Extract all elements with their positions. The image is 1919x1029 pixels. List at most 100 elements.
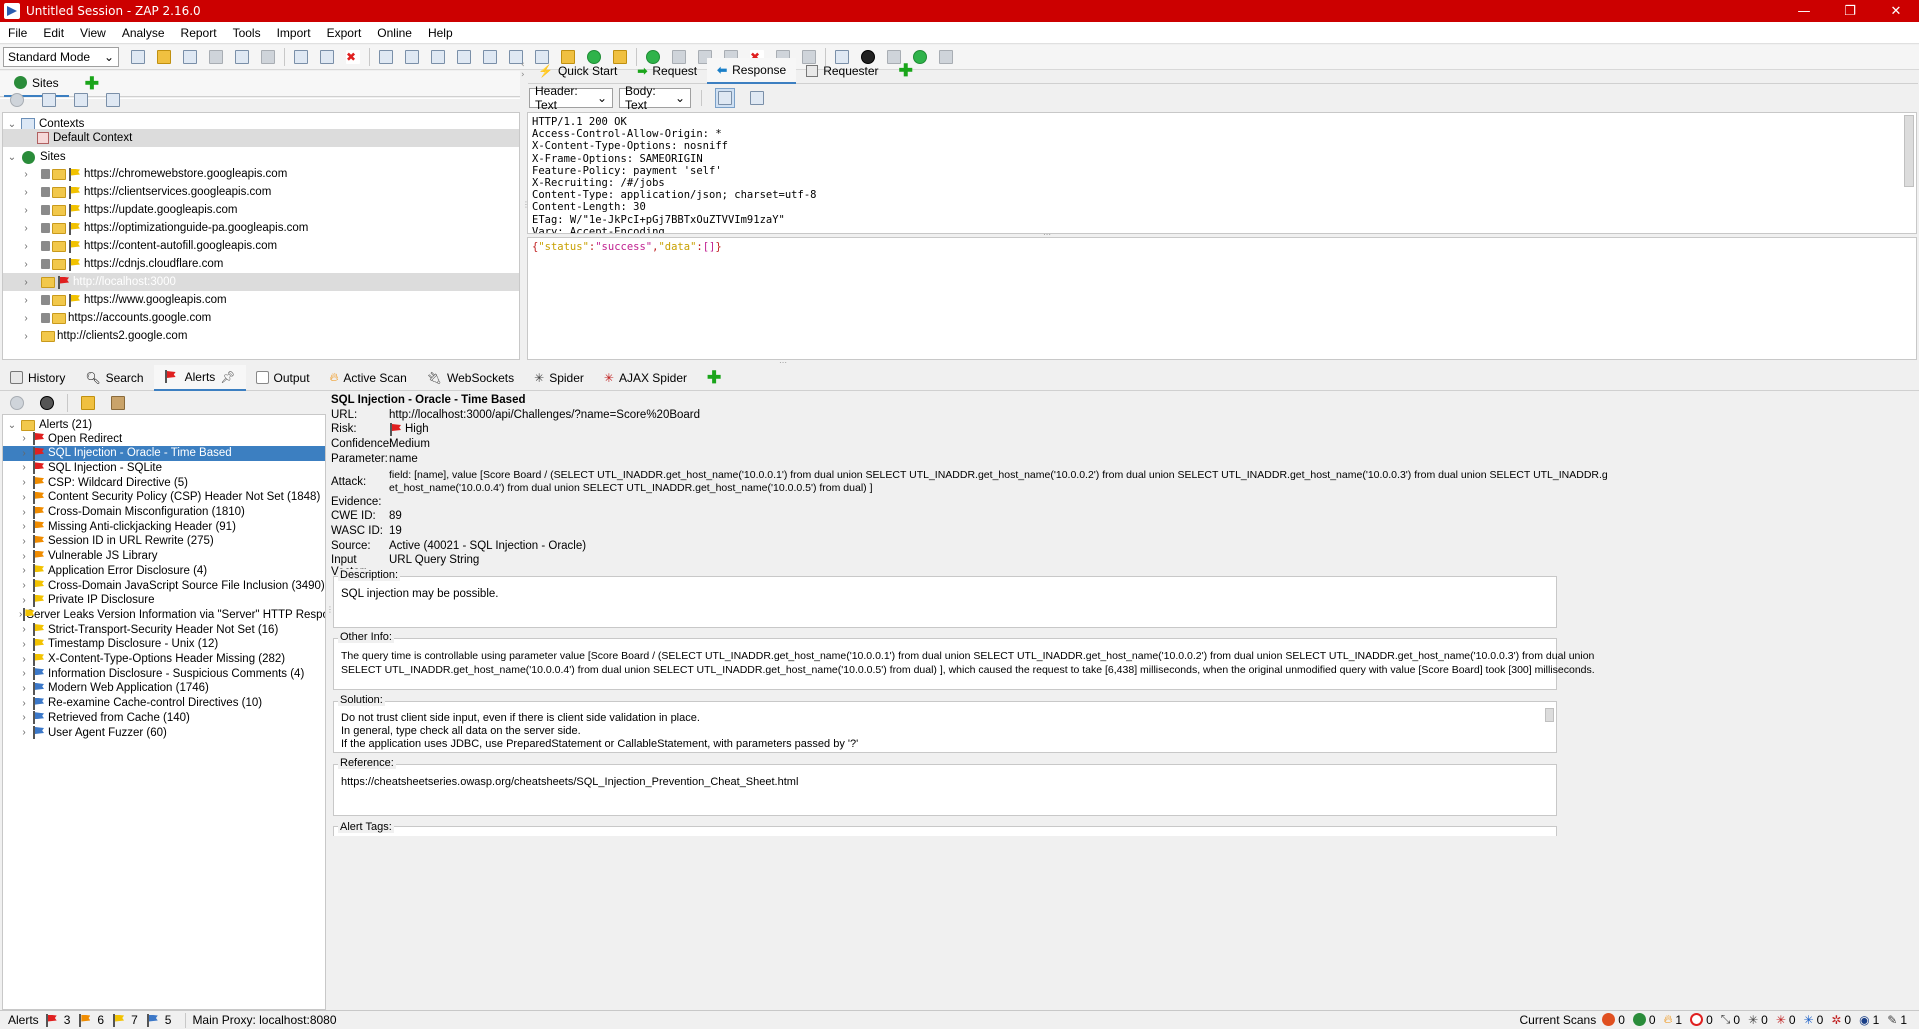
remove-tabs-icon[interactable]: ✖ [343,47,363,67]
menu-analyse[interactable]: Analyse [114,26,173,40]
alert-item[interactable]: › Missing Anti-clickjacking Header (91) [3,519,325,534]
menu-edit[interactable]: Edit [35,26,72,40]
solution-scrollbar[interactable] [1545,708,1554,722]
tab-websockets[interactable]: 🔌︎ WebSockets [417,365,524,391]
tab-output[interactable]: Output [246,365,320,391]
tab-requester[interactable]: Requester [796,58,888,84]
alert-item[interactable]: › SQL Injection - SQLite [3,460,325,475]
alert-item[interactable]: › Information Disclosure - Suspicious Com… [3,666,325,681]
alert-item[interactable]: › X-Content-Type-Options Header Missing (… [3,652,325,667]
tree-node-site[interactable]: › http://localhost:3000 [3,273,519,291]
alert-item[interactable]: › Open Redirect [3,431,325,446]
tree-node-site[interactable]: › https://update.googleapis.com [3,201,519,219]
alert-item[interactable]: › Server Leaks Version Information via "S… [3,607,325,622]
layout-horizontal-icon[interactable] [402,47,422,67]
tab-response[interactable]: ⬅ Response [707,57,797,84]
split-horizontal-icon[interactable] [747,88,767,108]
other-info-box[interactable]: Other Info: The query time is controllab… [333,631,1595,690]
header-view-select[interactable]: Header: Text ⌄ [529,84,613,112]
tab-active-scan[interactable]: 🔥︎ Active Scan [320,365,417,391]
show-all-tabs-icon[interactable] [291,47,311,67]
alert-item[interactable]: › Strict-Transport-Security Header Not Se… [3,622,325,637]
alerts-splitter[interactable]: ⋮ [326,605,334,619]
tab-quick-start[interactable]: ⚡ Quick Start [528,58,627,84]
alert-item[interactable]: › Modern Web Application (1746) [3,681,325,696]
tree-node-site[interactable]: › https://accounts.google.com [3,309,519,327]
layout-tabs-icon[interactable] [454,47,474,67]
pin-icon[interactable]: 📌︎ [220,370,235,384]
minimize-button[interactable]: — [1781,0,1827,22]
layout-vertical-icon[interactable] [428,47,448,67]
alert-item[interactable]: › User Agent Fuzzer (60) [3,725,325,740]
tab-spider[interactable]: ✳ Spider [524,365,594,391]
description-box[interactable]: Description: SQL injection may be possib… [333,569,1557,628]
open-session-icon[interactable] [154,47,174,67]
response-body-panel[interactable]: {"status":"success","data":[]} [527,237,1917,360]
tree-node-sites[interactable]: ⌄ Sites [7,148,66,166]
menu-tools[interactable]: Tools [225,26,269,40]
body-view-select[interactable]: Body: Text ⌄ [619,84,691,112]
status-low-count[interactable]: 7 [112,1013,138,1027]
alert-item[interactable]: › Retrieved from Cache (140) [3,710,325,725]
tree-node-site[interactable]: › https://optimizationguide-pa.googleapis… [3,219,519,237]
snapshot-icon[interactable] [206,47,226,67]
alert-item[interactable]: › SQL Injection - Oracle - Time Based [3,445,325,461]
status-medium-count[interactable]: 6 [78,1013,104,1027]
alert-item[interactable]: › Vulnerable JS Library [3,549,325,564]
status-high-count[interactable]: 3 [45,1013,70,1027]
menu-view[interactable]: View [72,26,114,40]
header-scrollbar[interactable] [1904,115,1914,187]
response-header-panel[interactable]: HTTP/1.1 200 OK Access-Control-Allow-Orig… [527,112,1917,234]
broom-icon[interactable] [108,393,128,413]
solution-box[interactable]: Solution: Do not trust client side input… [333,694,1557,753]
alert-item[interactable]: › Cross-Domain Misconfiguration (1810) [3,505,325,520]
tree-node-site[interactable]: › https://www.googleapis.com [3,291,519,309]
tree-node-site[interactable]: › https://content-autofill.googleapis.com [3,237,519,255]
vertical-splitter[interactable]: ⋮ [522,200,530,220]
import-context-icon[interactable] [71,90,91,110]
edit-pencil-icon[interactable] [78,393,98,413]
tab-alerts[interactable]: Alerts 📌︎ [153,364,246,391]
tree-node-site[interactable]: › https://cdnjs.cloudflare.com [3,255,519,273]
tree-node-site[interactable]: › https://clientservices.googleapis.com [3,183,519,201]
target-icon[interactable] [7,90,27,110]
target-icon[interactable] [7,393,27,413]
tab-history[interactable]: History [0,365,75,391]
tab-ajax-spider[interactable]: ✳ AJAX Spider [594,365,697,391]
menu-file[interactable]: File [0,26,35,40]
status-info-count[interactable]: 5 [146,1013,171,1027]
split-vertical-icon[interactable] [715,88,735,108]
add-tab-plus-icon[interactable]: ✚ [899,62,913,79]
tab-search[interactable]: 🔍︎ Search [75,365,153,391]
layout-full-icon[interactable] [376,47,396,67]
menu-export[interactable]: Export [319,26,370,40]
menu-report[interactable]: Report [173,26,225,40]
export-context-icon[interactable] [103,90,123,110]
menu-online[interactable]: Online [369,26,420,40]
alert-item[interactable]: › Content Security Policy (CSP) Header No… [3,490,325,505]
session-properties-icon[interactable] [232,47,252,67]
alert-item[interactable]: › CSP: Wildcard Directive (5) [3,475,325,490]
close-button[interactable]: ✕ [1873,0,1919,22]
alert-tags-box[interactable]: Alert Tags: [333,821,1557,836]
save-session-icon[interactable] [180,47,200,67]
menu-help[interactable]: Help [420,26,461,40]
filter-icon[interactable] [37,393,57,413]
menu-import[interactable]: Import [269,26,319,40]
new-session-icon[interactable] [128,47,148,67]
alert-item[interactable]: › Private IP Disclosure [3,593,325,608]
new-context-icon[interactable] [39,90,59,110]
tree-node-default-context[interactable]: Default Context [3,129,519,147]
tree-node-site[interactable]: › https://chromewebstore.googleapis.com [3,165,519,183]
reference-box[interactable]: Reference: https://cheatsheetseries.owas… [333,757,1557,816]
alert-item[interactable]: › Session ID in URL Rewrite (275) [3,534,325,549]
tab-request[interactable]: ➡ Request [627,58,707,84]
alert-item[interactable]: › Cross-Domain JavaScript Source File Inc… [3,578,325,593]
tree-node-site[interactable]: › http://clients2.google.com [3,327,519,345]
mode-select[interactable]: Standard Mode ⌄ [3,47,119,67]
layout-side-icon[interactable] [480,47,500,67]
alert-item[interactable]: › Timestamp Disclosure - Unix (12) [3,637,325,652]
show-tab-names-icon[interactable] [317,47,337,67]
options-gear-icon[interactable] [258,47,278,67]
maximize-button[interactable]: ❐ [1827,0,1873,22]
